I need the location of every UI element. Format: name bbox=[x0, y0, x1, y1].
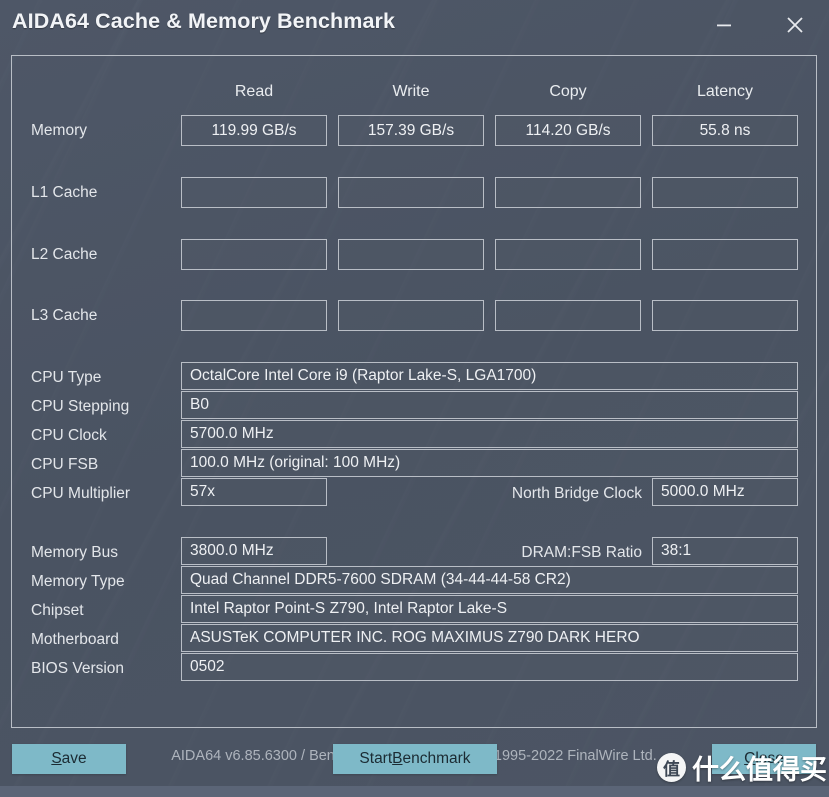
start-benchmark-button[interactable]: Start Benchmark bbox=[333, 744, 497, 774]
column-header-read: Read bbox=[234, 83, 274, 100]
north-bridge-clock-box: 5000.0 MHz bbox=[652, 478, 798, 506]
memory-copy-value: 114.20 GB/s bbox=[525, 121, 611, 139]
dram-fsb-ratio-box: 38:1 bbox=[652, 537, 798, 565]
label-chipset: Chipset bbox=[31, 602, 84, 619]
start-button-accel: B bbox=[392, 750, 403, 767]
cpu-type-box: OctalCore Intel Core i9 (Raptor Lake-S, … bbox=[181, 362, 798, 390]
l1-write-box bbox=[338, 177, 484, 208]
memory-bus-value: 3800.0 MHz bbox=[190, 542, 274, 559]
label-cpu-stepping: CPU Stepping bbox=[31, 398, 130, 415]
window-close-button[interactable] bbox=[773, 4, 817, 46]
l1-read-box bbox=[181, 177, 327, 208]
title-bar: AIDA64 Cache & Memory Benchmark bbox=[0, 0, 829, 50]
l2-copy-box bbox=[495, 239, 641, 270]
memory-write-box: 157.39 GB/s bbox=[338, 115, 484, 146]
start-button-prefix: Start bbox=[359, 750, 393, 767]
save-button-accel: S bbox=[51, 750, 62, 767]
benchmark-panel: Read Write Copy Latency Memory 119.99 GB… bbox=[11, 55, 817, 764]
l2-latency-box bbox=[652, 239, 798, 270]
bios-version-box: 0502 bbox=[181, 653, 798, 681]
chipset-box: Intel Raptor Point-S Z790, Intel Raptor … bbox=[181, 595, 798, 623]
minimize-icon bbox=[717, 24, 731, 27]
start-button-suffix: enchmark bbox=[402, 750, 471, 767]
row-label-l3-cache: L3 Cache bbox=[31, 307, 98, 324]
memory-latency-value: 55.8 ns bbox=[699, 121, 751, 139]
memory-read-box: 119.99 GB/s bbox=[181, 115, 327, 146]
label-memory-bus: Memory Bus bbox=[31, 544, 118, 561]
l3-copy-box bbox=[495, 300, 641, 331]
cpu-stepping-box: B0 bbox=[181, 391, 798, 419]
label-memory-type: Memory Type bbox=[31, 573, 125, 590]
dram-fsb-ratio-value: 38:1 bbox=[661, 542, 692, 559]
cpu-multiplier-value: 57x bbox=[190, 483, 215, 500]
l3-write-box bbox=[338, 300, 484, 331]
label-bios-version: BIOS Version bbox=[31, 660, 125, 677]
motherboard-value: ASUSTeK COMPUTER INC. ROG MAXIMUS Z790 D… bbox=[190, 629, 640, 646]
aida64-benchmark-window: AIDA64 Cache & Memory Benchmark Read Wri… bbox=[0, 0, 829, 797]
cpu-stepping-value: B0 bbox=[190, 396, 209, 413]
l3-read-box bbox=[181, 300, 327, 331]
chipset-value: Intel Raptor Point-S Z790, Intel Raptor … bbox=[190, 600, 508, 617]
save-button[interactable]: Save bbox=[12, 744, 126, 774]
l2-read-box bbox=[181, 239, 327, 270]
cpu-multiplier-box: 57x bbox=[181, 478, 327, 506]
bios-version-value: 0502 bbox=[190, 658, 225, 675]
label-cpu-clock: CPU Clock bbox=[31, 427, 107, 444]
label-north-bridge-clock: North Bridge Clock bbox=[511, 485, 642, 502]
close-button[interactable]: Close bbox=[712, 744, 816, 774]
north-bridge-clock-value: 5000.0 MHz bbox=[661, 483, 745, 500]
memory-latency-box: 55.8 ns bbox=[652, 115, 798, 146]
row-label-l1-cache: L1 Cache bbox=[31, 184, 98, 201]
row-label-l2-cache: L2 Cache bbox=[31, 246, 98, 263]
label-motherboard: Motherboard bbox=[31, 631, 119, 648]
cpu-fsb-value: 100.0 MHz (original: 100 MHz) bbox=[190, 454, 401, 471]
bottom-strip bbox=[0, 786, 829, 797]
close-button-suffix: lose bbox=[755, 750, 784, 767]
cpu-fsb-box: 100.0 MHz (original: 100 MHz) bbox=[181, 449, 798, 477]
cpu-clock-value: 5700.0 MHz bbox=[190, 425, 274, 442]
column-header-latency: Latency bbox=[696, 83, 754, 100]
l2-write-box bbox=[338, 239, 484, 270]
save-button-suffix: ave bbox=[61, 750, 87, 767]
column-header-write: Write bbox=[392, 83, 430, 100]
label-dram-fsb-ratio: DRAM:FSB Ratio bbox=[521, 544, 642, 561]
window-title: AIDA64 Cache & Memory Benchmark bbox=[12, 9, 396, 33]
memory-bus-box: 3800.0 MHz bbox=[181, 537, 327, 565]
minimize-button[interactable] bbox=[702, 4, 746, 46]
label-cpu-multiplier: CPU Multiplier bbox=[31, 485, 131, 502]
memory-copy-box: 114.20 GB/s bbox=[495, 115, 641, 146]
l1-copy-box bbox=[495, 177, 641, 208]
close-button-accel: C bbox=[744, 750, 756, 767]
cpu-clock-box: 5700.0 MHz bbox=[181, 420, 798, 448]
l1-latency-box bbox=[652, 177, 798, 208]
label-cpu-type: CPU Type bbox=[31, 369, 102, 386]
row-label-memory: Memory bbox=[31, 122, 87, 139]
memory-read-value: 119.99 GB/s bbox=[211, 121, 297, 139]
motherboard-box: ASUSTeK COMPUTER INC. ROG MAXIMUS Z790 D… bbox=[181, 624, 798, 652]
close-icon bbox=[787, 17, 803, 33]
column-header-copy: Copy bbox=[549, 83, 587, 100]
l3-latency-box bbox=[652, 300, 798, 331]
label-cpu-fsb: CPU FSB bbox=[31, 456, 99, 473]
memory-write-value: 157.39 GB/s bbox=[367, 121, 455, 139]
memory-type-box: Quad Channel DDR5-7600 SDRAM (34-44-44-5… bbox=[181, 566, 798, 594]
cpu-type-value: OctalCore Intel Core i9 (Raptor Lake-S, … bbox=[190, 367, 537, 384]
memory-type-value: Quad Channel DDR5-7600 SDRAM (34-44-44-5… bbox=[190, 571, 571, 588]
